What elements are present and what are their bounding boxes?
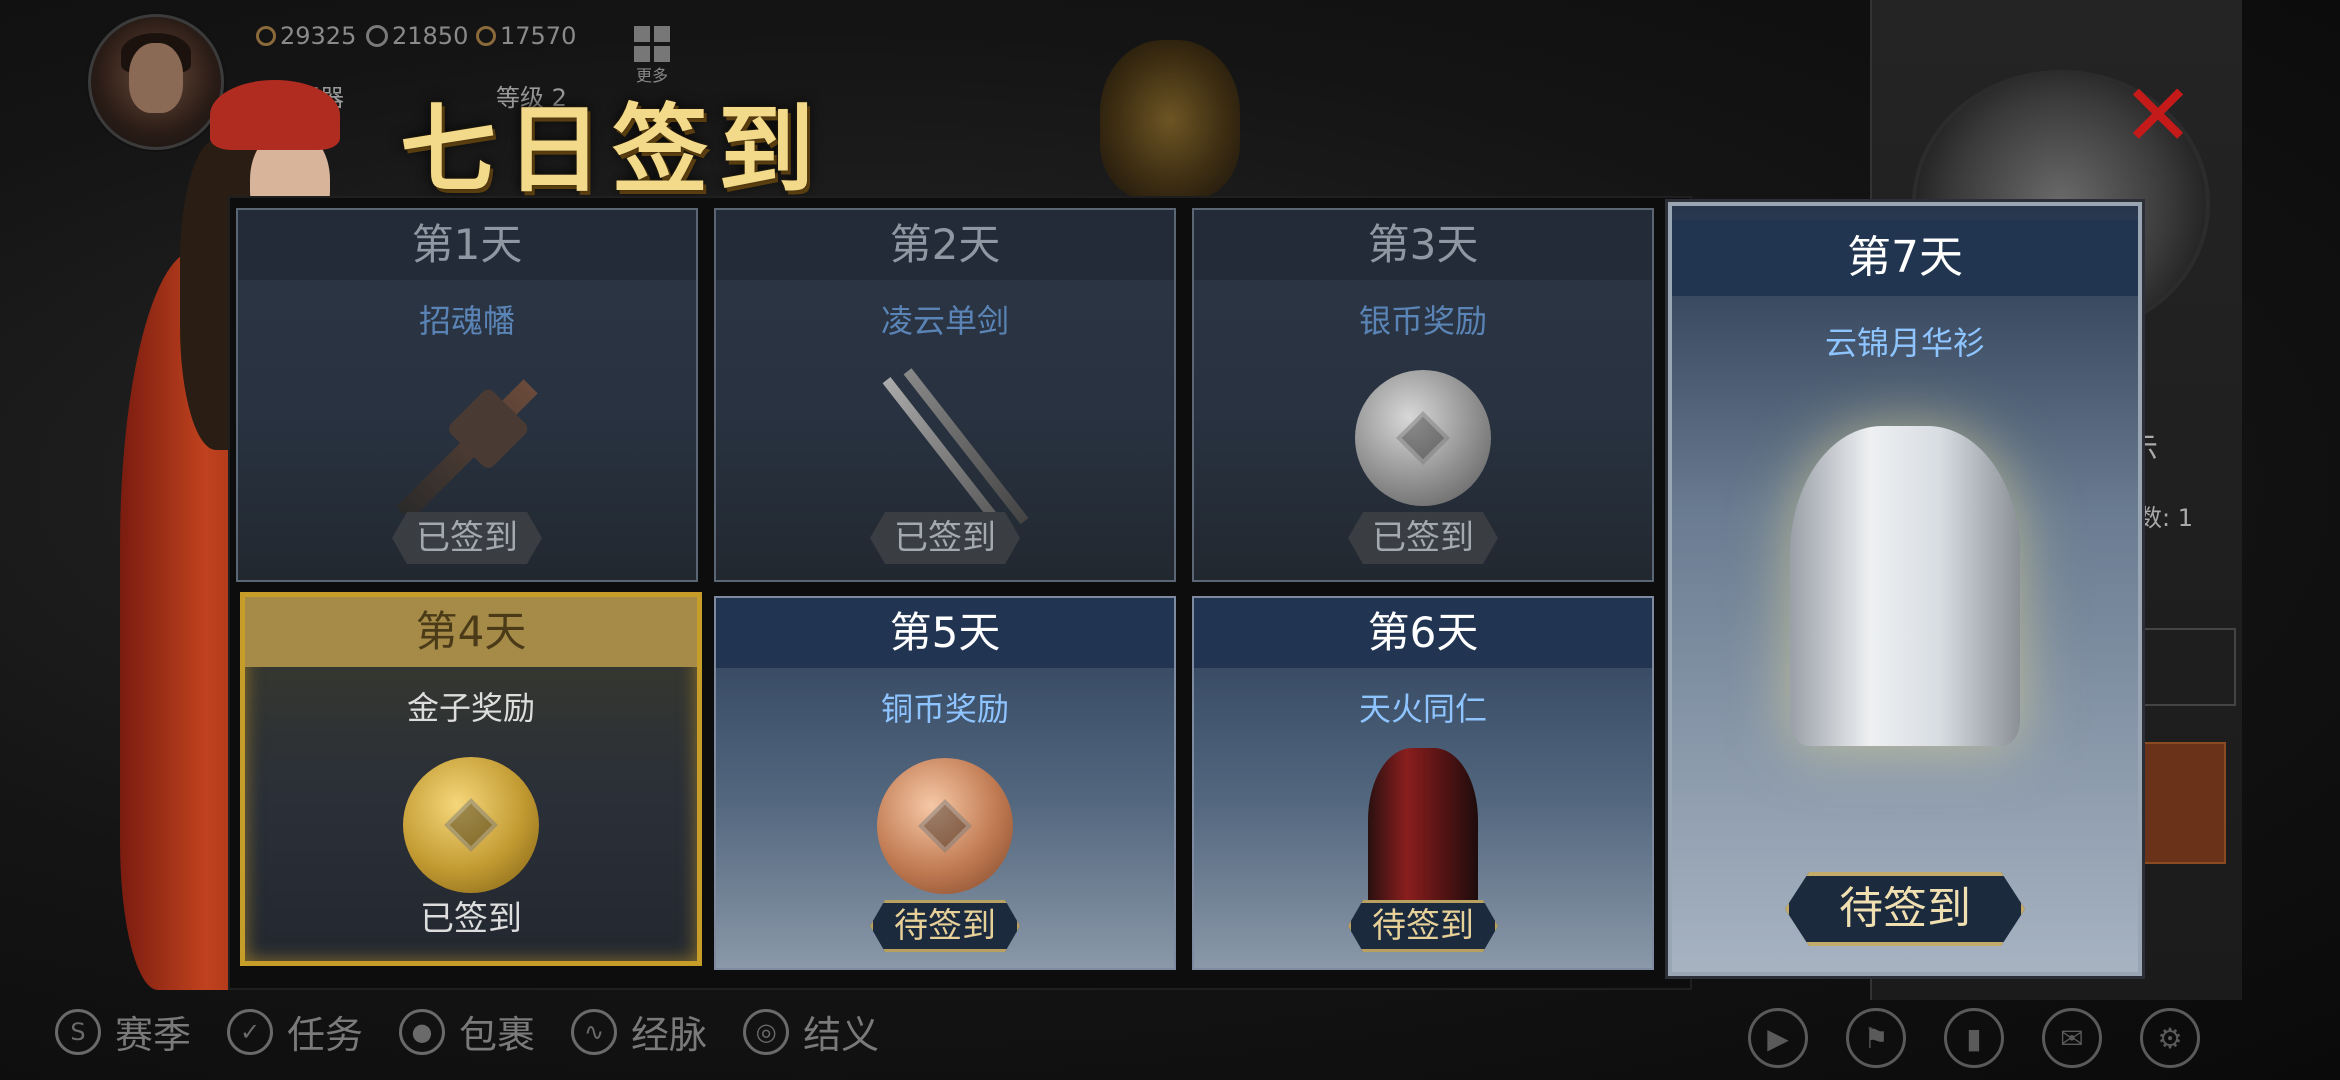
day-label: 第6天 — [1194, 598, 1652, 668]
coin-icon — [256, 26, 276, 46]
sign-in-button[interactable]: 待签到 — [870, 900, 1020, 952]
status-badge: 已签到 — [870, 512, 1020, 564]
right-panel-count: 数: 1 — [2138, 504, 2193, 532]
bag-icon: ● — [399, 1008, 446, 1055]
nav-label: 结义 — [803, 1013, 880, 1057]
currency-gold: 17570 — [476, 22, 576, 50]
character-hat — [210, 80, 340, 150]
nav-meridian[interactable]: ∿ 经脉 — [571, 1004, 707, 1059]
grid-icon — [632, 26, 672, 62]
video-icon[interactable]: ▶ — [1748, 1008, 1808, 1068]
gold-coin-reward-icon — [403, 757, 539, 893]
status-badge: 已签到 — [392, 512, 542, 564]
reward-name: 云锦月华衫 — [1824, 324, 1985, 362]
silver-coin-icon — [1355, 370, 1491, 506]
nav-label: 包裹 — [459, 1013, 536, 1057]
right-panel-button — [2142, 742, 2226, 864]
sign-in-button[interactable]: 待签到 — [1785, 872, 2025, 946]
sign-in-button[interactable]: 待签到 — [1348, 900, 1498, 952]
guild-icon[interactable]: ⚑ — [1846, 1008, 1906, 1068]
ranking-icon[interactable]: ▮ — [1944, 1008, 2004, 1068]
nav-label: 经脉 — [631, 1013, 708, 1057]
reward-name: 银币奖励 — [1358, 302, 1487, 340]
settings-icon[interactable]: ⚙ — [2140, 1008, 2200, 1068]
meridian-icon: ∿ — [571, 1008, 618, 1055]
nav-task[interactable]: ✓ 任务 — [227, 1004, 363, 1059]
currency-coin: 29325 — [256, 22, 356, 50]
bottom-right-toolbar: ▶ ⚑ ▮ ✉ ⚙ — [1748, 1008, 2200, 1068]
close-icon[interactable]: ✕ — [2122, 73, 2194, 159]
day-card-7[interactable]: 第7天 云锦月华衫 待签到 — [1665, 199, 2145, 979]
nav-season[interactable]: S 赛季 — [55, 1004, 191, 1059]
day-label: 第5天 — [716, 598, 1174, 668]
nav-sworn[interactable]: ◎ 结义 — [743, 1004, 879, 1059]
day-card-4[interactable]: 第4天 金子奖励 已签到 — [240, 592, 702, 966]
day-label: 第7天 — [1672, 220, 2138, 296]
gem-value: 21850 — [392, 22, 469, 50]
task-icon: ✓ — [227, 1008, 274, 1055]
currency-gem: 21850 — [366, 22, 468, 50]
day-label: 第2天 — [716, 210, 1174, 280]
soul-banner-icon — [396, 379, 538, 521]
status-badge: 已签到 — [1348, 512, 1498, 564]
white-robe-icon — [1790, 426, 2020, 746]
sworn-icon: ◎ — [743, 1008, 790, 1055]
day-card-5[interactable]: 第5天 铜币奖励 待签到 — [714, 596, 1176, 970]
coin-value: 29325 — [280, 22, 357, 50]
right-panel-box — [2142, 628, 2236, 706]
day-card-1[interactable]: 第1天 招魂幡 已签到 — [236, 208, 698, 582]
bottom-nav: S 赛季 ✓ 任务 ● 包裹 ∿ 经脉 ◎ 结义 — [55, 1004, 879, 1059]
day-label: 第1天 — [238, 210, 696, 280]
reward-name: 金子奖励 — [406, 689, 535, 727]
gold-coin-icon — [476, 26, 496, 46]
day-card-6[interactable]: 第6天 天火同仁 待签到 — [1192, 596, 1654, 970]
reward-name: 招魂幡 — [418, 302, 515, 340]
nav-label: 任务 — [287, 1013, 364, 1057]
day-card-3[interactable]: 第3天 银币奖励 已签到 — [1192, 208, 1654, 582]
sword-icon — [882, 377, 1008, 533]
nav-label: 赛季 — [115, 1013, 192, 1057]
reward-name: 凌云单剑 — [880, 302, 1009, 340]
gold-value: 17570 — [500, 22, 577, 50]
day-label: 第3天 — [1194, 210, 1652, 280]
day-card-2[interactable]: 第2天 凌云单剑 已签到 — [714, 208, 1176, 582]
page-title: 七日签到 — [400, 93, 824, 206]
day-label: 第4天 — [245, 597, 697, 667]
mail-icon[interactable]: ✉ — [2042, 1008, 2102, 1068]
reward-name: 铜币奖励 — [880, 690, 1009, 728]
status-badge: 已签到 — [420, 899, 522, 939]
background-warrior-helmet — [1100, 40, 1240, 200]
reward-name: 天火同仁 — [1358, 690, 1487, 728]
season-icon: S — [55, 1008, 101, 1055]
nav-bag[interactable]: ● 包裹 — [399, 1004, 535, 1059]
copper-coin-icon — [877, 758, 1013, 894]
gem-icon — [366, 25, 388, 47]
